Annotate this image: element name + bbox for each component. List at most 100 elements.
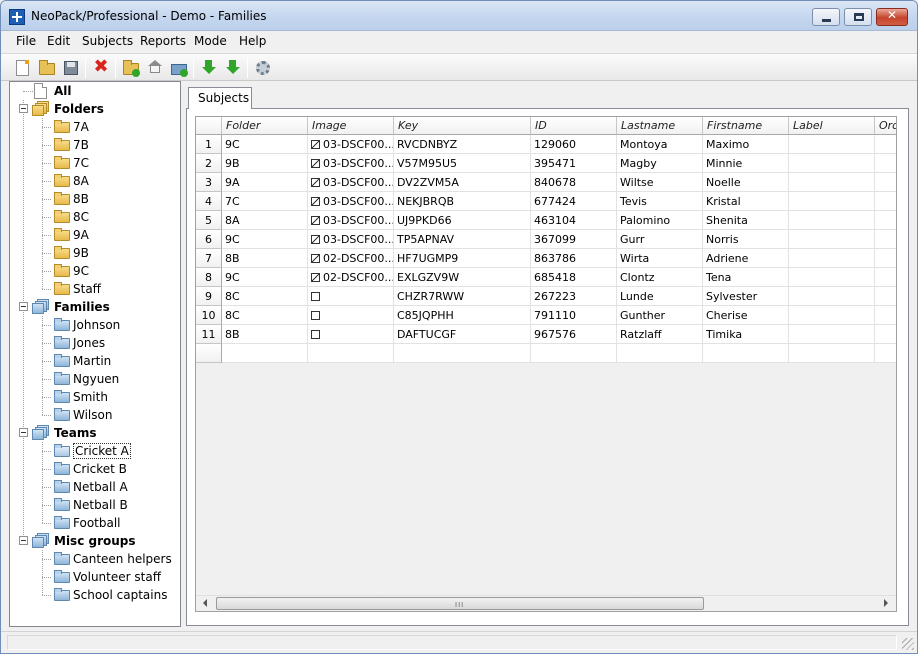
tree-group-folders[interactable]: Folders xyxy=(10,100,180,118)
cell-key[interactable]: DV2ZVM5A xyxy=(394,173,531,192)
column-header-image[interactable]: Image xyxy=(308,117,394,135)
cell-id[interactable]: 967576 xyxy=(531,325,617,344)
open-button[interactable] xyxy=(38,59,56,77)
cell-firstname[interactable]: Timika xyxy=(703,325,789,344)
cell-image[interactable]: 02-DSCF00... xyxy=(308,249,394,268)
import-button[interactable] xyxy=(200,59,218,77)
collapse-icon[interactable] xyxy=(19,302,28,311)
column-header-label[interactable]: Label xyxy=(789,117,875,135)
menu-edit[interactable]: Edit xyxy=(47,34,70,48)
cell-image[interactable] xyxy=(308,325,394,344)
cell-ord[interactable] xyxy=(875,287,896,306)
tree-folder-item[interactable]: 7B xyxy=(10,136,180,154)
cell-folder[interactable]: 9C xyxy=(222,230,308,249)
collapse-icon[interactable] xyxy=(19,104,28,113)
tree-folder-item[interactable]: 8A xyxy=(10,172,180,190)
menu-reports[interactable]: Reports xyxy=(140,34,186,48)
cell-lastname[interactable]: Lunde xyxy=(617,287,703,306)
column-header-folder[interactable]: Folder xyxy=(222,117,308,135)
cell-firstname[interactable]: Cherise xyxy=(703,306,789,325)
tree-folder-item[interactable]: 9A xyxy=(10,226,180,244)
tree-misc-item[interactable]: Volunteer staff xyxy=(10,568,180,586)
cell-lastname[interactable]: Palomino xyxy=(617,211,703,230)
cell-label[interactable] xyxy=(789,154,875,173)
cell-image[interactable] xyxy=(308,344,394,363)
cell-id[interactable]: 863786 xyxy=(531,249,617,268)
tree-folder-item[interactable]: 8B xyxy=(10,190,180,208)
cell-key[interactable]: RVCDNBYZ xyxy=(394,135,531,154)
cell-firstname[interactable]: Kristal xyxy=(703,192,789,211)
cell-id[interactable]: 367099 xyxy=(531,230,617,249)
row-number[interactable]: 4 xyxy=(196,192,222,211)
cell-firstname[interactable]: Shenita xyxy=(703,211,789,230)
cell-id[interactable] xyxy=(531,344,617,363)
settings-button[interactable] xyxy=(254,59,272,77)
cell-image[interactable] xyxy=(308,306,394,325)
cell-ord[interactable] xyxy=(875,230,896,249)
tree-folder-item[interactable]: 7A xyxy=(10,118,180,136)
tree-family-item[interactable]: Ngyuen xyxy=(10,370,180,388)
resize-grip-icon[interactable] xyxy=(902,638,914,650)
cell-firstname[interactable]: Maximo xyxy=(703,135,789,154)
cell-key[interactable]: DAFTUCGF xyxy=(394,325,531,344)
collapse-icon[interactable] xyxy=(19,536,28,545)
tab-subjects[interactable]: Subjects xyxy=(188,87,252,109)
cell-key[interactable]: CHZR7RWW xyxy=(394,287,531,306)
tree-folder-item[interactable]: 8C xyxy=(10,208,180,226)
save-button[interactable] xyxy=(62,59,80,77)
cell-id[interactable]: 685418 xyxy=(531,268,617,287)
row-number[interactable]: 1 xyxy=(196,135,222,154)
cell-firstname[interactable]: Minnie xyxy=(703,154,789,173)
cell-folder[interactable]: 8A xyxy=(222,211,308,230)
cell-id[interactable]: 791110 xyxy=(531,306,617,325)
cell-firstname[interactable]: Noelle xyxy=(703,173,789,192)
cell-label[interactable] xyxy=(789,287,875,306)
cell-key[interactable]: EXLGZV9W xyxy=(394,268,531,287)
cell-folder[interactable]: 8B xyxy=(222,249,308,268)
cell-label[interactable] xyxy=(789,135,875,154)
cell-ord[interactable] xyxy=(875,211,896,230)
menu-subjects[interactable]: Subjects xyxy=(82,34,133,48)
cell-folder[interactable]: 8B xyxy=(222,325,308,344)
tree-item-all[interactable]: All xyxy=(10,82,180,100)
scrollbar-thumb[interactable]: III xyxy=(216,597,704,610)
cell-label[interactable] xyxy=(789,306,875,325)
menu-mode[interactable]: Mode xyxy=(194,34,227,48)
cell-lastname[interactable]: Clontz xyxy=(617,268,703,287)
cell-folder[interactable]: 9A xyxy=(222,173,308,192)
tree-family-item[interactable]: Wilson xyxy=(10,406,180,424)
cell-label[interactable] xyxy=(789,173,875,192)
tree-team-item[interactable]: Netball A xyxy=(10,478,180,496)
cell-ord[interactable] xyxy=(875,306,896,325)
cell-lastname[interactable]: Wiltse xyxy=(617,173,703,192)
tree-folder-item[interactable]: 9B xyxy=(10,244,180,262)
tray-add-button[interactable] xyxy=(170,59,188,77)
cell-image[interactable]: 03-DSCF00... xyxy=(308,230,394,249)
cell-ord[interactable] xyxy=(875,268,896,287)
cell-id[interactable]: 463104 xyxy=(531,211,617,230)
cell-image[interactable]: 03-DSCF00... xyxy=(308,135,394,154)
tree-team-item[interactable]: Cricket A xyxy=(10,442,180,460)
cell-label[interactable] xyxy=(789,268,875,287)
cell-firstname[interactable] xyxy=(703,344,789,363)
collapse-icon[interactable] xyxy=(19,428,28,437)
cell-firstname[interactable]: Norris xyxy=(703,230,789,249)
cell-id[interactable]: 677424 xyxy=(531,192,617,211)
cell-ord[interactable] xyxy=(875,154,896,173)
cell-key[interactable]: TP5APNAV xyxy=(394,230,531,249)
cell-key[interactable]: NEKJBRQB xyxy=(394,192,531,211)
tree-folder-item[interactable]: 7C xyxy=(10,154,180,172)
cell-ord[interactable] xyxy=(875,344,896,363)
cell-lastname[interactable]: Tevis xyxy=(617,192,703,211)
cell-image[interactable]: 03-DSCF00... xyxy=(308,154,394,173)
cell-lastname[interactable] xyxy=(617,344,703,363)
cell-ord[interactable] xyxy=(875,249,896,268)
row-number[interactable]: 8 xyxy=(196,268,222,287)
menu-file[interactable]: File xyxy=(16,34,36,48)
minimize-button[interactable] xyxy=(812,8,840,26)
cell-label[interactable] xyxy=(789,325,875,344)
cell-id[interactable]: 129060 xyxy=(531,135,617,154)
folder-tree[interactable]: All Folders 7A 7B 7C 8A 8B 8C 9A 9B 9C Staff Fami… xyxy=(9,81,181,627)
row-number[interactable]: 3 xyxy=(196,173,222,192)
tree-family-item[interactable]: Smith xyxy=(10,388,180,406)
